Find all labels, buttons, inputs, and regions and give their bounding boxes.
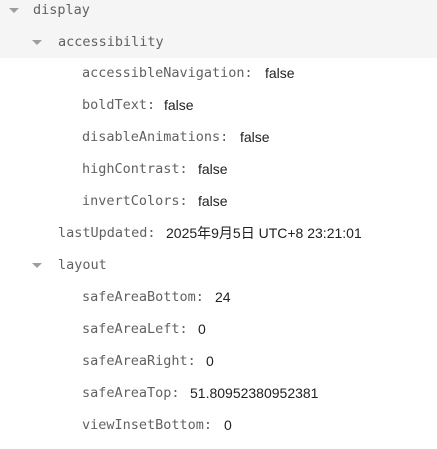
field-row-safeAreaTop[interactable]: safeAreaTop: 51.80952380952381	[0, 377, 437, 409]
field-row-safeAreaLeft[interactable]: safeAreaLeft: 0	[0, 313, 437, 345]
tree-node-display[interactable]: display	[0, 0, 437, 26]
field-key: safeAreaBottom:	[82, 289, 204, 305]
field-row-boldText[interactable]: boldText: false	[0, 89, 437, 121]
field-key: safeAreaLeft:	[82, 321, 188, 337]
caret-down-icon[interactable]	[9, 8, 19, 13]
field-key: boldText:	[82, 97, 156, 113]
field-key: invertColors:	[82, 193, 188, 209]
field-value[interactable]: 0	[224, 417, 232, 433]
tree-node-accessibility[interactable]: accessibility	[0, 26, 437, 58]
field-value[interactable]: false	[265, 65, 295, 81]
field-value[interactable]: 0	[198, 321, 206, 337]
field-row-safeAreaRight[interactable]: safeAreaRight: 0	[0, 345, 437, 377]
caret-down-icon[interactable]	[32, 40, 42, 45]
field-value[interactable]: 24	[215, 289, 231, 305]
node-key: accessibility	[58, 34, 164, 50]
field-key: safeAreaRight:	[82, 353, 196, 369]
field-row-disableAnimations[interactable]: disableAnimations: false	[0, 121, 437, 153]
field-key: disableAnimations:	[82, 129, 229, 145]
field-row-invertColors[interactable]: invertColors: false	[0, 185, 437, 217]
field-row-accessibleNavigation[interactable]: accessibleNavigation: false	[0, 57, 437, 89]
node-key: layout	[58, 257, 107, 273]
tree-node-layout[interactable]: layout	[0, 249, 437, 281]
field-key: viewInsetBottom:	[82, 417, 213, 433]
field-row-viewInsetBottom[interactable]: viewInsetBottom: 0	[0, 409, 437, 441]
field-value[interactable]: false	[198, 161, 228, 177]
field-value[interactable]: 2025年9月5日 UTC+8 23:21:01	[166, 223, 362, 243]
field-row-safeAreaBottom[interactable]: safeAreaBottom: 24	[0, 281, 437, 313]
field-key: accessibleNavigation:	[82, 65, 253, 81]
field-value[interactable]: 51.80952380952381	[190, 385, 318, 401]
field-key: lastUpdated:	[58, 225, 156, 241]
field-value[interactable]: false	[164, 97, 194, 113]
field-value[interactable]: false	[240, 129, 270, 145]
field-key: highContrast:	[82, 161, 188, 177]
node-key: display	[33, 2, 90, 18]
caret-down-icon[interactable]	[32, 263, 42, 268]
field-value[interactable]: 0	[206, 353, 214, 369]
field-value[interactable]: false	[198, 193, 228, 209]
field-row-highContrast[interactable]: highContrast: false	[0, 153, 437, 185]
field-row-lastUpdated[interactable]: lastUpdated: 2025年9月5日 UTC+8 23:21:01	[0, 217, 437, 249]
field-key: safeAreaTop:	[82, 385, 180, 401]
